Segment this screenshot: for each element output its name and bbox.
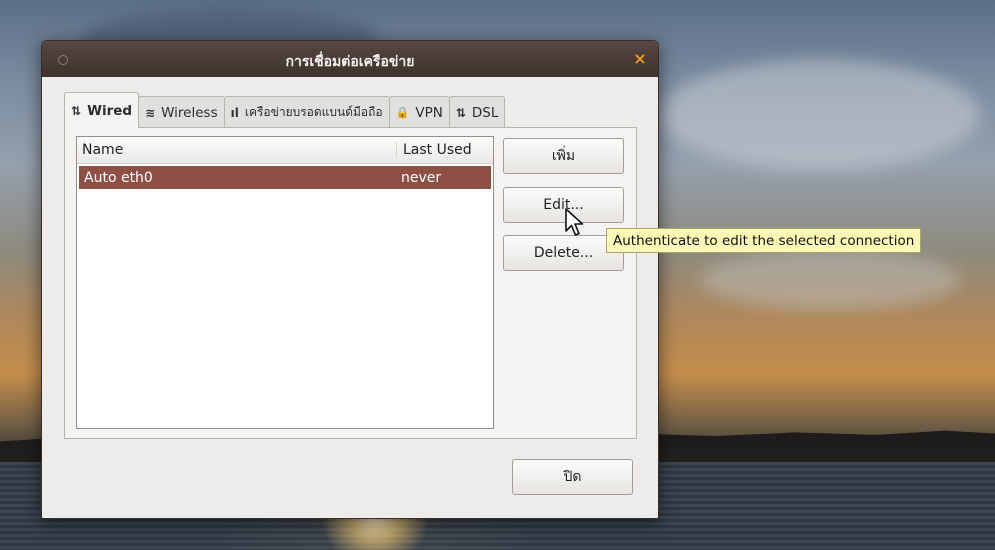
add-button[interactable]: เพิ่ม: [503, 138, 624, 174]
tab-label: VPN: [415, 104, 443, 121]
tab-label: เครือข่ายบรอดแบนด์มือถือ: [244, 105, 383, 119]
connection-name: Auto eth0: [84, 169, 153, 186]
mouse-pointer-icon: [565, 208, 584, 236]
connection-last-used: never: [401, 169, 442, 186]
tab-wireless[interactable]: ≋ Wireless: [138, 96, 225, 128]
connection-list[interactable]: Name Last Used Auto eth0 never: [76, 136, 494, 429]
column-header-last-used[interactable]: Last Used: [396, 142, 493, 158]
dsl-network-icon: ⇅: [455, 105, 466, 120]
close-icon[interactable]: ×: [632, 51, 648, 67]
list-header: Name Last Used: [77, 137, 493, 164]
tab-mobile-broadband[interactable]: ıl เครือข่ายบรอดแบนด์มือถือ: [223, 96, 390, 128]
tab-label: Wired: [87, 102, 133, 119]
window-titlebar[interactable]: การเชื่อมต่อเครือข่าย ×: [42, 41, 658, 77]
edit-tooltip: Authenticate to edit the selected connec…: [606, 228, 922, 253]
close-button[interactable]: ปิด: [512, 459, 633, 495]
tab-bar: ⇅ Wired ≋ Wireless ıl เครือข่ายบรอดแบนด์…: [64, 92, 506, 128]
list-item[interactable]: Auto eth0 never: [79, 166, 491, 189]
wireless-icon: ≋: [145, 105, 156, 120]
tab-vpn[interactable]: 🔒 VPN: [388, 96, 450, 128]
wired-network-icon: ⇅: [71, 103, 82, 118]
tab-label: Wireless: [161, 104, 218, 121]
vpn-lock-icon: 🔒: [395, 106, 410, 119]
window-title: การเชื่อมต่อเครือข่าย: [285, 54, 415, 70]
network-connections-window: การเชื่อมต่อเครือข่าย × ⇅ Wired ≋ Wirele…: [41, 40, 659, 519]
connection-type-notebook: ⇅ Wired ≋ Wireless ıl เครือข่ายบรอดแบนด์…: [64, 92, 637, 439]
wired-tab-page: Name Last Used Auto eth0 never เพิ่ม Edi…: [64, 127, 637, 439]
tab-dsl[interactable]: ⇅ DSL: [448, 96, 506, 128]
tab-label: DSL: [471, 104, 499, 121]
mobile-signal-icon: ıl: [230, 105, 239, 120]
column-header-name[interactable]: Name: [77, 142, 396, 158]
tab-wired[interactable]: ⇅ Wired: [64, 92, 140, 128]
